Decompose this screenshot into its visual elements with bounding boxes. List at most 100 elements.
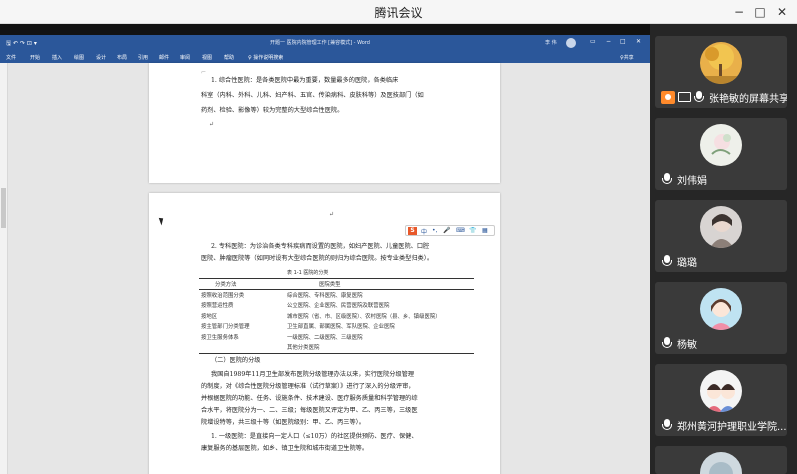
participant-label: 郑州黄河护理职业学院... — [661, 418, 787, 433]
screen-share-icon — [661, 90, 675, 104]
window-title: 腾讯会议 — [374, 6, 423, 20]
participant-tile[interactable]: 杨敏 — [655, 282, 787, 354]
menu-design[interactable]: 设计 — [96, 54, 106, 61]
table-cell: 按卫生服务体系 — [201, 334, 239, 341]
menu-mailings[interactable]: 邮件 — [159, 54, 169, 61]
word-maximize-icon[interactable]: □ — [620, 38, 626, 45]
participant-label: 璐璐 — [661, 254, 697, 269]
table-cell: 一级医院、二级医院、三级医院 — [287, 334, 363, 341]
doc-line: 2. 专科医院：为诊治各类专科疾病而设置的医院，如妇产医院、儿童医院、口腔 — [211, 243, 430, 250]
microphone-icon[interactable] — [661, 418, 673, 432]
ime-logo-icon[interactable]: S — [408, 227, 417, 235]
menu-share[interactable]: ♀共享 — [620, 54, 634, 61]
participant-name: 张艳敏的屏幕共享 — [709, 93, 787, 105]
section-heading: （二）医院的分级 — [211, 357, 261, 364]
menu-insert[interactable]: 插入 — [52, 54, 62, 61]
participant-name: 璐璐 — [677, 257, 697, 269]
doc-line: 康复服务的基层医院，如乡、镇卫生院和城市街道卫生院等。 — [201, 445, 369, 452]
table-caption: 表 1-1 医院的分类 — [287, 270, 329, 276]
table-cell: 按地区 — [201, 313, 218, 320]
left-scroll-strip[interactable] — [0, 63, 8, 474]
ime-toolbox-icon[interactable]: ▦ — [482, 227, 488, 234]
close-button[interactable]: ✕ — [771, 2, 793, 22]
document-page-1: ⌐ 1. 综合性医院：是各类医院中最为重要，数量最多的医院，各类临床 科室（内科… — [149, 63, 500, 183]
word-user-avatar[interactable] — [566, 38, 576, 48]
microphone-icon[interactable] — [661, 254, 673, 268]
participant-name: 杨敏 — [677, 339, 697, 351]
word-user-name[interactable]: 李 伟 — [545, 39, 557, 46]
table-cell: 城市医院（省、市、区级医院）、农村医院（县、乡、镇级医院） — [287, 313, 441, 320]
table-header-cell: 医院类型 — [319, 282, 341, 288]
avatar — [700, 42, 742, 84]
microphone-icon[interactable] — [661, 172, 673, 186]
avatar — [700, 206, 742, 248]
word-close-icon[interactable]: ✕ — [636, 38, 641, 45]
table-header-row: 分类方法 医院类型 — [199, 279, 474, 290]
doc-line: 院增设特等，共三级十等（如医院级别：甲、乙、丙三等）。 — [201, 419, 365, 426]
page-top-marker: ⌐ — [201, 69, 207, 76]
table-row: 按卫生服务体系 一级医院、二级医院、三级医院 — [199, 332, 474, 343]
participant-name: 刘伟娟 — [677, 175, 707, 187]
participant-tile[interactable]: 刘伟娟 — [655, 118, 787, 190]
word-minimize-icon[interactable]: − — [606, 38, 611, 45]
participant-label: 刘伟娟 — [661, 172, 707, 187]
minimize-button[interactable]: − — [728, 2, 750, 22]
menu-home[interactable]: 开始 — [30, 54, 40, 61]
word-menu-bar: 文件 开始 插入 绘图 设计 布局 引用 邮件 审阅 视图 帮助 ♀ 操作说明搜… — [0, 53, 650, 63]
hospital-classification-table: 分类方法 医院类型 按照收治范围分类 综合医院、专科医院、康复医院 按照营运性质… — [199, 278, 474, 354]
menu-help[interactable]: 帮助 — [224, 54, 234, 61]
menu-layout[interactable]: 布局 — [117, 54, 127, 61]
table-cell: 按主管部门分类管理 — [201, 324, 250, 330]
microphone-icon[interactable] — [661, 336, 673, 350]
menu-draw[interactable]: 绘图 — [74, 54, 84, 61]
table-cell: 其他分类医院 — [287, 345, 320, 351]
word-document-title: 开题一 医院内院管理工作 [兼容模式] - Word — [270, 40, 370, 46]
doc-line: 并根据医院的功能、任务、设施条件、技术建设、医疗服务质量和科学管理的综 — [201, 395, 418, 402]
table-row: 按照营运性质 公立医院、企业医院、民营医院及联营医院 — [199, 300, 474, 311]
participant-tile[interactable] — [655, 446, 787, 474]
menu-review[interactable]: 审阅 — [180, 54, 190, 61]
ime-skin-icon[interactable]: 👕 — [469, 227, 476, 234]
maximize-button[interactable]: □ — [749, 2, 771, 22]
doc-line: 科室（内科、外科、儿科、妇产科、五官、传染病科、皮肤科等）及医技部门（如 — [201, 92, 424, 99]
participant-tile[interactable]: 张艳敏的屏幕共享 — [655, 36, 787, 108]
ime-toolbar[interactable]: S 中 •, 🎤 ⌨ 👕 ▦ — [405, 225, 495, 236]
avatar — [700, 124, 742, 166]
avatar — [700, 370, 742, 412]
table-cell: 按照收治范围分类 — [201, 292, 245, 299]
doc-line: 合水平，将医院分为一、二、三级；每级医院又评定为甲、乙、丙三等，三级医 — [201, 407, 418, 414]
word-window: 🖫 ↶ ↷ ⊡ ▾ 开题一 医院内院管理工作 [兼容模式] - Word 李 伟… — [0, 35, 650, 474]
participant-label: 张艳敏的屏幕共享 — [661, 90, 787, 105]
menu-references[interactable]: 引用 — [138, 54, 148, 61]
doc-line: 1. 一级医院：是直接向一定人口（≤10万）的社区提供预防、医疗、保健、 — [211, 433, 418, 440]
ime-chinese-mode[interactable]: 中 — [421, 227, 427, 236]
ribbon-display-icon[interactable]: ▭ — [590, 38, 596, 45]
doc-line: 1. 综合性医院：是各类医院中最为重要，数量最多的医院，各类临床 — [211, 77, 399, 84]
ime-keyboard-icon[interactable]: ⌨ — [456, 227, 465, 234]
table-cell: 卫生部直属、部属医院、军队医院、企业医院 — [287, 324, 395, 330]
table-cell: 综合医院、专科医院、康复医院 — [287, 292, 363, 299]
paragraph-mark: ↵ — [329, 211, 335, 218]
menu-view[interactable]: 视图 — [202, 54, 212, 61]
table-cell: 公立医院、企业医院、民营医院及联营医院 — [287, 303, 390, 309]
window-titlebar: 腾讯会议 − □ ✕ — [0, 0, 797, 24]
participant-tile[interactable]: 璐璐 — [655, 200, 787, 272]
doc-line: 我国自1989年11月卫生部发布医院分级管理办法以来，实行医院分级管理 — [211, 371, 415, 378]
menu-file[interactable]: 文件 — [6, 54, 16, 61]
table-row: 按地区 城市医院（省、市、区级医院）、农村医院（县、乡、镇级医院） — [199, 311, 474, 322]
avatar — [700, 288, 742, 330]
ime-voice-icon[interactable]: 🎤 — [443, 227, 450, 234]
participants-panel: 张艳敏的屏幕共享 刘伟娟 璐璐 杨敏 郑州黄河护理职业学院... — [650, 24, 797, 474]
quick-access-toolbar[interactable]: 🖫 ↶ ↷ ⊡ ▾ — [6, 39, 37, 49]
scroll-handle[interactable] — [1, 188, 6, 228]
participant-tile[interactable]: 郑州黄河护理职业学院... — [655, 364, 787, 436]
table-header-cell: 分类方法 — [215, 282, 237, 288]
microphone-icon[interactable] — [693, 90, 705, 104]
word-title-ribbon: 🖫 ↶ ↷ ⊡ ▾ 开题一 医院内院管理工作 [兼容模式] - Word 李 伟… — [0, 35, 650, 53]
ime-punctuation-icon[interactable]: •, — [432, 227, 437, 234]
participant-name: 郑州黄河护理职业学院... — [677, 421, 787, 433]
doc-line: 的制度，对《综合性医院分级管理标准（试行草案）》进行了深入的分级评审， — [201, 383, 415, 390]
doc-line: 药剂、检验、影像等）较为完整的大型综合性医院。 — [201, 107, 344, 114]
table-row: 其他分类医院 — [199, 342, 474, 353]
menu-tell-me-search[interactable]: ♀ 操作说明搜索 — [248, 54, 283, 61]
